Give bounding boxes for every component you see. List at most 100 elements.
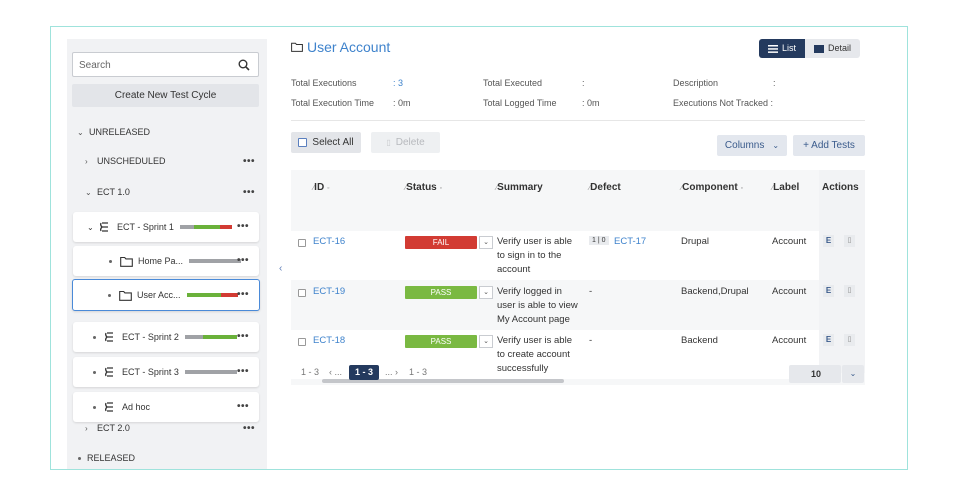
col-header-label[interactable]: ⁄Label bbox=[772, 182, 799, 193]
table-row[interactable]: ECT-19 PASS ⌄ Verify logged in user is ab… bbox=[291, 281, 819, 330]
trash-icon[interactable]: ▯ bbox=[844, 334, 855, 346]
status-badge[interactable]: PASS bbox=[405, 335, 477, 348]
component-text: Drupal bbox=[681, 236, 709, 247]
col-header-summary[interactable]: ⁄Summary bbox=[496, 182, 543, 193]
total-executions-label: Total Executions bbox=[291, 78, 357, 88]
table-row[interactable]: ECT-16 FAIL ⌄ Verify user is able to sign… bbox=[291, 231, 819, 280]
more-icon[interactable]: ••• bbox=[243, 187, 255, 198]
cycle-card-ad-hoc[interactable]: Ad hoc ••• bbox=[73, 392, 259, 422]
total-executed-label: Total Executed bbox=[483, 78, 543, 88]
status-badge[interactable]: FAIL bbox=[405, 236, 477, 249]
cycle-card-sprint-3[interactable]: ECT - Sprint 3 ••• bbox=[73, 357, 259, 387]
detail-view-button[interactable]: Detail bbox=[805, 39, 860, 58]
execution-id-link[interactable]: ECT-18 bbox=[313, 334, 345, 348]
status-dropdown-icon[interactable]: ⌄ bbox=[479, 236, 493, 249]
bullet-icon bbox=[109, 259, 112, 263]
chevron-down-icon[interactable]: ⌄ bbox=[842, 365, 864, 383]
trash-icon[interactable]: ▯ bbox=[844, 285, 855, 297]
executions-table: ⁄ID ◦ ⁄Status ◦ ⁄Summary ⁄Defect ⁄Compon… bbox=[291, 170, 865, 385]
cycle-icon bbox=[105, 367, 113, 377]
cycle-label: ECT - Sprint 3 bbox=[122, 367, 179, 377]
col-header-actions: Actions bbox=[822, 182, 859, 193]
chevron-right-icon[interactable]: › bbox=[85, 157, 97, 166]
chevron-down-icon[interactable]: ⌄ bbox=[85, 188, 97, 197]
select-all-label: Select All bbox=[312, 137, 354, 148]
row-checkbox[interactable] bbox=[298, 239, 306, 247]
more-icon[interactable]: ••• bbox=[237, 331, 249, 342]
delete-button[interactable]: ▯ Delete bbox=[371, 132, 440, 153]
total-logged-time-value: : 0m bbox=[582, 98, 600, 108]
label-text: Account bbox=[772, 335, 807, 346]
more-icon[interactable]: ••• bbox=[237, 255, 249, 266]
more-icon[interactable]: ••• bbox=[237, 401, 249, 412]
chevron-right-icon[interactable]: › bbox=[85, 424, 97, 433]
folder-icon bbox=[119, 290, 132, 301]
more-icon[interactable]: ••• bbox=[237, 366, 249, 377]
cycle-icon bbox=[105, 402, 113, 412]
create-test-cycle-button[interactable]: Create New Test Cycle bbox=[72, 84, 259, 107]
total-executions-count[interactable]: : 3 bbox=[393, 78, 403, 88]
cycle-card-sprint-2[interactable]: ECT - Sprint 2 ••• bbox=[73, 322, 259, 352]
status-dropdown-icon[interactable]: ⌄ bbox=[479, 335, 493, 348]
page-size-select[interactable]: 10 bbox=[789, 365, 841, 383]
more-icon[interactable]: ••• bbox=[243, 423, 255, 434]
tree-node-released[interactable]: RELEASED bbox=[78, 453, 135, 463]
execution-id-link[interactable]: ECT-16 bbox=[313, 235, 345, 249]
checkbox-icon bbox=[298, 138, 308, 147]
pagination: 1 - 3 ‹ ... 1 - 3 ... › 1 - 3 10 ⌄ bbox=[291, 359, 865, 384]
executions-not-tracked-label: Executions Not Tracked : bbox=[673, 98, 774, 108]
columns-button[interactable]: Columns ⌄ bbox=[717, 135, 787, 156]
more-icon[interactable]: ••• bbox=[237, 289, 249, 300]
label-text: Account bbox=[772, 286, 807, 297]
chevron-down-icon[interactable]: ⌄ bbox=[87, 223, 99, 232]
col-header-id[interactable]: ⁄ID ◦ bbox=[313, 182, 329, 193]
list-view-button[interactable]: List bbox=[759, 39, 806, 58]
component-text: Backend bbox=[681, 335, 718, 346]
col-header-component[interactable]: ⁄Component ◦ bbox=[681, 182, 743, 193]
total-execution-time-value: : 0m bbox=[393, 98, 411, 108]
status-dropdown-icon[interactable]: ⌄ bbox=[479, 286, 493, 299]
col-header-status[interactable]: ⁄Status ◦ bbox=[405, 182, 442, 193]
next-page-button[interactable]: ... › bbox=[385, 367, 398, 377]
app-frame: Search Create New Test Cycle ⌄ UNRELEASE… bbox=[50, 26, 908, 470]
trash-icon[interactable]: ▯ bbox=[844, 235, 855, 247]
prev-page-button[interactable]: ‹ ... bbox=[329, 367, 342, 377]
row-checkbox[interactable] bbox=[298, 289, 306, 297]
page-title-text: User Account bbox=[307, 39, 391, 55]
search-icon[interactable] bbox=[238, 59, 250, 71]
delete-label: Delete bbox=[395, 137, 425, 148]
tree-node-unscheduled[interactable]: › UNSCHEDULED ••• bbox=[85, 156, 265, 167]
cycle-card-sprint-1[interactable]: ⌄ ECT - Sprint 1 ••• bbox=[73, 212, 259, 242]
edit-icon[interactable]: E bbox=[823, 334, 834, 346]
defect-link[interactable]: ECT-17 bbox=[614, 235, 646, 249]
cycle-card-user-account[interactable]: User Acc... ••• bbox=[72, 279, 260, 311]
chevron-down-icon[interactable]: ⌄ bbox=[77, 128, 89, 137]
tree-node-unreleased[interactable]: ⌄ UNRELEASED bbox=[77, 127, 150, 137]
more-icon[interactable]: ••• bbox=[243, 156, 255, 167]
collapse-sidebar-icon[interactable]: ‹ bbox=[279, 263, 282, 274]
add-tests-button[interactable]: + Add Tests bbox=[793, 135, 865, 156]
row-checkbox[interactable] bbox=[298, 338, 306, 346]
status-badge[interactable]: PASS bbox=[405, 286, 477, 299]
trash-icon: ▯ bbox=[386, 138, 391, 147]
edit-icon[interactable]: E bbox=[823, 235, 834, 247]
select-all-button[interactable]: Select All bbox=[291, 132, 361, 153]
execution-id-link[interactable]: ECT-19 bbox=[313, 285, 345, 299]
search-input[interactable]: Search bbox=[72, 52, 259, 77]
bullet-icon bbox=[78, 456, 81, 460]
defect-count-badge: 1 | 0 bbox=[589, 236, 609, 245]
tree-node-ect-2-0[interactable]: › ECT 2.0 ••• bbox=[85, 423, 265, 434]
total-executions-value: : 3 bbox=[393, 78, 403, 88]
bullet-icon bbox=[93, 405, 96, 409]
current-page[interactable]: 1 - 3 bbox=[349, 365, 379, 380]
columns-label: Columns bbox=[724, 140, 765, 151]
tree-label: ECT 1.0 bbox=[97, 187, 130, 197]
more-icon[interactable]: ••• bbox=[237, 221, 249, 232]
cycle-icon bbox=[100, 222, 108, 232]
edit-icon[interactable]: E bbox=[823, 285, 834, 297]
cycle-card-home-page[interactable]: Home Pa... ••• bbox=[73, 246, 259, 276]
col-header-defect[interactable]: ⁄Defect bbox=[589, 182, 621, 193]
progress-bar bbox=[189, 259, 242, 263]
tree-node-ect-1-0[interactable]: ⌄ ECT 1.0 ••• bbox=[85, 187, 265, 198]
folder-label: Home Pa... bbox=[138, 256, 184, 266]
